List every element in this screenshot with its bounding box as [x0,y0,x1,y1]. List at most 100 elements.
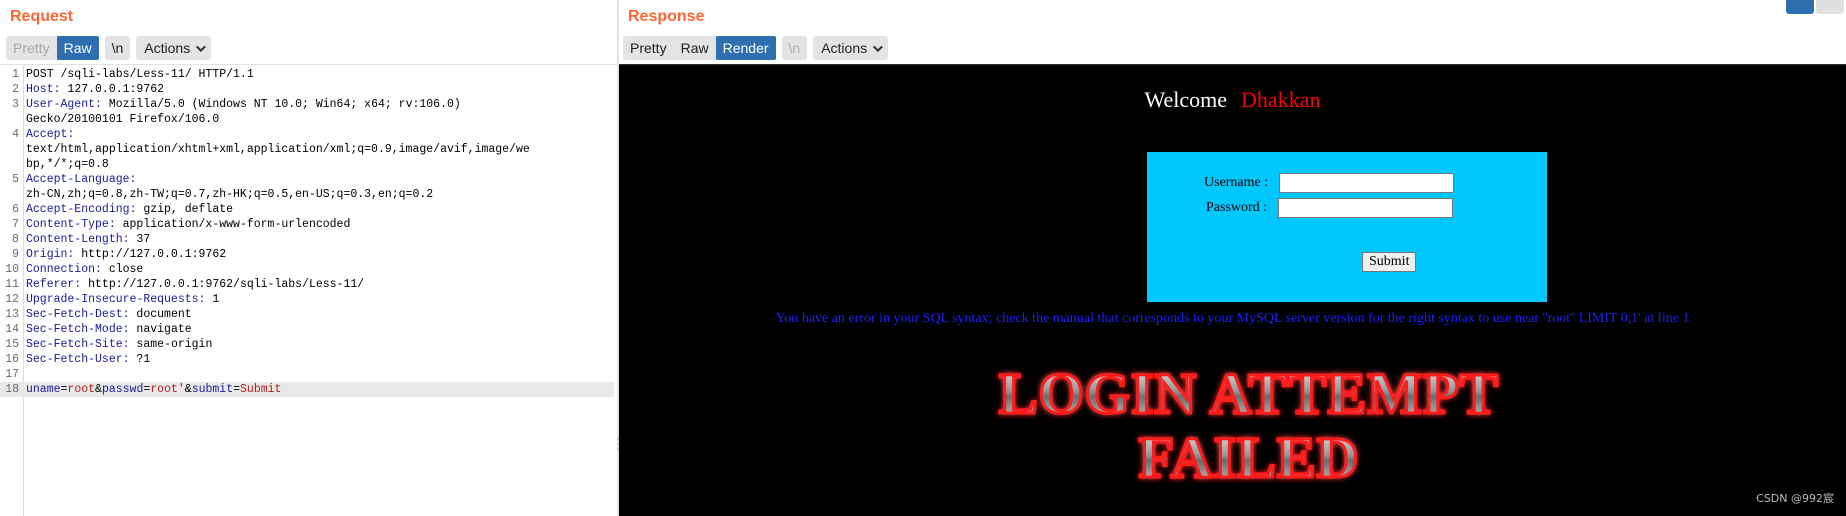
response-tab-raw[interactable]: Raw [674,36,716,60]
param-separator: & [95,383,102,396]
request-pane: Request Pretty Raw \n Actions 1 POST /sql… [0,0,617,516]
request-line: Gecko/20100101 Firefox/106.0 [0,112,614,127]
line-code: zh-CN,zh;q=0.8,zh-TW;q=0.7,zh-HK;q=0.5,e… [26,187,433,202]
request-editor[interactable]: 1 POST /sqli-labs/Less-11/ HTTP/1.1 2 Host:… [0,64,617,516]
header-value: same-origin [129,338,213,351]
line-code: Accept-Encoding: gzip, deflate [26,202,233,217]
header-key: Sec-Fetch-User: [26,353,130,366]
header-key: Referer: [26,278,82,291]
request-line: text/html,application/xhtml+xml,applicat… [0,142,614,157]
password-label: Password : [1206,200,1268,215]
line-number: 4 [12,128,19,141]
response-newline-toggle[interactable]: \n [781,36,808,60]
request-line: zh-CN,zh;q=0.8,zh-TW;q=0.7,zh-HK;q=0.5,e… [0,187,614,202]
response-tab-render[interactable]: Render [715,36,776,60]
welcome-heading: Welcome Dhakkan [619,87,1846,113]
line-number: 5 [12,173,19,186]
header-value: 1 [205,293,220,306]
header-value: navigate [129,323,192,336]
request-newline-toggle[interactable]: \n [104,36,131,60]
response-tab-pretty[interactable]: Pretty [623,36,674,60]
sql-error-message: You have an error in your SQL syntax; ch… [775,311,1690,326]
request-line: 11 Referer: http://127.0.0.1:9762/sqli-la… [0,277,614,292]
param-value: root [67,383,96,396]
request-line: 17 [0,367,614,382]
request-line: 9 Origin: http://127.0.0.1:9762 [0,247,614,262]
line-number: 8 [12,233,19,246]
request-body-line[interactable]: 18 uname=root&passwd=root'&submit=Submit [0,382,614,397]
line-code: Content-Type: application/x-www-form-url… [26,217,350,232]
request-line: 1 POST /sqli-labs/Less-11/ HTTP/1.1 [0,67,614,82]
request-actions-menu[interactable]: Actions [136,36,212,60]
line-code: Gecko/20100101 Firefox/106.0 [26,112,219,127]
request-view-tabs: Pretty Raw [6,36,99,60]
split-layout-icon[interactable] [1786,0,1814,14]
response-pane: Response Pretty Raw Render \n Actions We… [619,0,1846,516]
line-number: 1 [12,68,19,81]
username-label: Username : [1204,175,1269,190]
username-input[interactable] [1279,173,1454,193]
request-actions-label: Actions [144,40,191,56]
line-code: Sec-Fetch-Mode: navigate [26,322,192,337]
watermark: CSDN @992宸 [1756,492,1834,505]
request-line: 4 Accept: [0,127,614,142]
line-number: 7 [12,218,19,231]
line-code: Accept-Language: [26,172,136,187]
welcome-username: Dhakkan [1241,87,1321,112]
welcome-text: Welcome [1144,87,1228,112]
header-value: Mozilla/5.0 (Windows NT 10.0; Win64; x64… [101,98,461,111]
line-code: Sec-Fetch-Dest: document [26,307,192,322]
line-code: POST /sqli-labs/Less-11/ HTTP/1.1 [26,67,254,82]
param-name: submit [191,383,234,396]
submit-button[interactable]: Submit [1362,252,1417,272]
line-number: 6 [12,203,19,216]
line-number: 18 [5,383,19,396]
param-separator: & [184,383,192,396]
line-number: 16 [5,353,19,366]
response-view-tabs: Pretty Raw Render [623,36,776,60]
rendered-page: Welcome Dhakkan Username : Password : Sub… [619,64,1846,516]
request-title: Request [10,8,74,25]
header-value: Gecko/20100101 Firefox/106.0 [26,113,220,126]
header-key: Accept-Encoding: [26,203,137,216]
request-line: 15 Sec-Fetch-Site: same-origin [0,337,614,352]
password-input[interactable] [1278,198,1453,218]
line-code: Origin: http://127.0.0.1:9762 [26,247,226,262]
header-key: Upgrade-Insecure-Requests: [26,293,206,306]
line-number: 15 [5,338,19,351]
header-value: document [129,308,192,321]
header-value: ?1 [129,353,151,366]
response-title: Response [628,8,705,25]
stacked-layout-icon[interactable] [1816,0,1844,14]
request-tab-pretty[interactable]: Pretty [6,36,57,60]
header-key: Sec-Fetch-Mode: [26,323,130,336]
login-failed-banner: LOGIN ATTEMPT FAILED [997,360,1499,492]
response-actions-menu[interactable]: Actions [813,36,889,60]
header-key: Accept-Language: [26,173,137,186]
header-value: zh-CN,zh;q=0.8,zh-TW;q=0.7,zh-HK;q=0.5,e… [26,188,434,201]
request-line: 13 Sec-Fetch-Dest: document [0,307,614,322]
request-line: bp,*/*;q=0.8 [0,157,614,172]
header-key: Origin: [26,248,75,261]
request-line: 3 User-Agent: Mozilla/5.0 (Windows NT 10.… [0,97,614,112]
request-line: 7 Content-Type: application/x-www-form-ur… [0,217,614,232]
request-line: 2 Host: 127.0.0.1:9762 [0,82,614,97]
response-actions-label: Actions [821,40,868,56]
request-toolbar: Pretty Raw \n Actions [6,36,212,60]
request-tab-raw[interactable]: Raw [56,36,99,60]
line-code: Referer: http://127.0.0.1:9762/sqli-labs… [26,277,364,292]
line-number: 3 [12,98,19,111]
header-key: Connection: [26,263,102,276]
header-value: 37 [129,233,151,246]
request-line: 14 Sec-Fetch-Mode: navigate [0,322,614,337]
header-value: http://127.0.0.1:9762 [74,248,227,261]
chevron-down-icon [196,41,207,52]
line-code: User-Agent: Mozilla/5.0 (Windows NT 10.0… [26,97,461,112]
header-value: POST /sqli-labs/Less-11/ HTTP/1.1 [26,68,254,81]
header-key: User-Agent: [26,98,102,111]
param-name: passwd [101,383,144,396]
param-equals: = [233,383,241,396]
header-key: Sec-Fetch-Site: [26,338,130,351]
request-line: 5 Accept-Language: [0,172,614,187]
header-value: http://127.0.0.1:9762/sqli-labs/Less-11/ [81,278,365,291]
